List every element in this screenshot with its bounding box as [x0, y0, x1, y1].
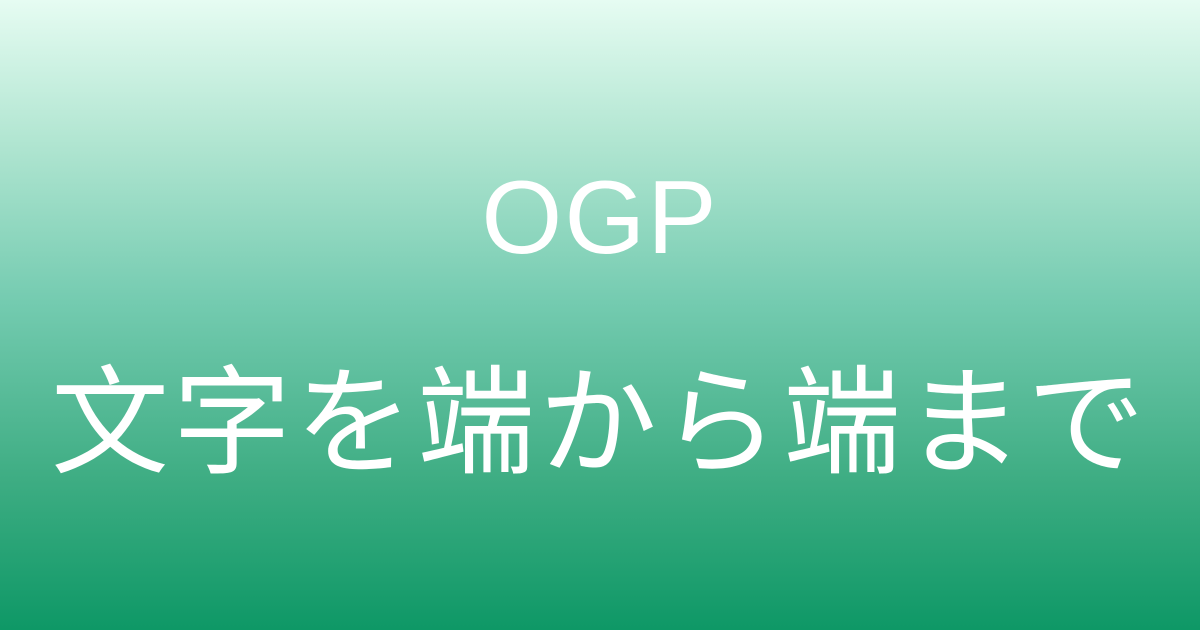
- title-line-1: OGP: [481, 160, 719, 276]
- title-line-2: 文字を端から端まで: [50, 354, 1149, 492]
- ogp-image: OGP 文字を端から端まで: [0, 0, 1200, 630]
